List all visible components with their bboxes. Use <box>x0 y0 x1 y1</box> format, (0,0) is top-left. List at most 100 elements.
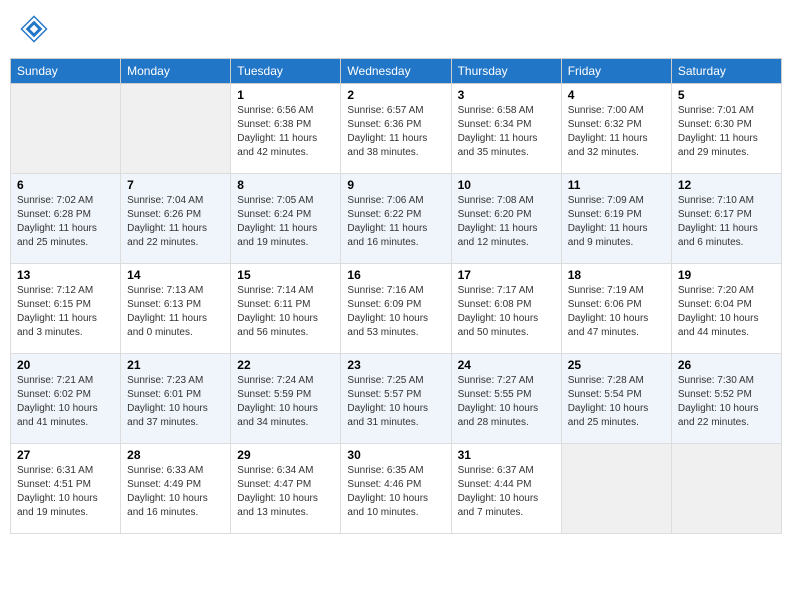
calendar-day-cell: 25 Sunrise: 7:28 AMSunset: 5:54 PMDayligh… <box>561 354 671 444</box>
day-number: 23 <box>347 358 444 372</box>
day-number: 5 <box>678 88 775 102</box>
day-info: Sunrise: 7:10 AMSunset: 6:17 PMDaylight:… <box>678 194 775 250</box>
day-info: Sunrise: 7:25 AMSunset: 5:57 PMDaylight:… <box>347 374 444 430</box>
day-number: 4 <box>568 88 665 102</box>
day-number: 19 <box>678 268 775 282</box>
calendar-day-header: Tuesday <box>231 59 341 84</box>
day-info: Sunrise: 7:19 AMSunset: 6:06 PMDaylight:… <box>568 284 665 340</box>
calendar-week-row: 13Sunrise: 7:12 AMSunset: 6:15 PMDayligh… <box>11 264 782 354</box>
calendar-table: SundayMondayTuesdayWednesdayThursdayFrid… <box>10 58 782 534</box>
day-number: 3 <box>458 88 555 102</box>
day-info: Sunrise: 7:21 AMSunset: 6:02 PMDaylight:… <box>17 374 114 430</box>
day-number: 30 <box>347 448 444 462</box>
calendar-day-header: Friday <box>561 59 671 84</box>
calendar-day-cell: 28 Sunrise: 6:33 AMSunset: 4:49 PMDayligh… <box>121 444 231 534</box>
day-number: 29 <box>237 448 334 462</box>
day-number: 6 <box>17 178 114 192</box>
calendar-header-row: SundayMondayTuesdayWednesdayThursdayFrid… <box>11 59 782 84</box>
calendar-day-cell: 1Sunrise: 6:56 AMSunset: 6:38 PMDaylight… <box>231 84 341 174</box>
day-info: Sunrise: 6:33 AMSunset: 4:49 PMDaylight:… <box>127 464 224 520</box>
day-number: 22 <box>237 358 334 372</box>
calendar-day-header: Monday <box>121 59 231 84</box>
calendar-day-cell: 8 Sunrise: 7:05 AMSunset: 6:24 PMDaylight… <box>231 174 341 264</box>
day-info: Sunrise: 7:06 AMSunset: 6:22 PMDaylight:… <box>347 194 444 250</box>
calendar-day-header: Sunday <box>11 59 121 84</box>
day-info: Sunrise: 7:17 AMSunset: 6:08 PMDaylight:… <box>458 284 555 340</box>
day-info: Sunrise: 6:57 AMSunset: 6:36 PMDaylight:… <box>347 104 444 160</box>
day-number: 10 <box>458 178 555 192</box>
day-info: Sunrise: 7:23 AMSunset: 6:01 PMDaylight:… <box>127 374 224 430</box>
day-number: 1 <box>237 88 334 102</box>
day-number: 13 <box>17 268 114 282</box>
calendar-day-cell: 11Sunrise: 7:09 AMSunset: 6:19 PMDayligh… <box>561 174 671 264</box>
calendar-day-cell: 16 Sunrise: 7:16 AMSunset: 6:09 PMDayligh… <box>341 264 451 354</box>
calendar-day-cell: 6 Sunrise: 7:02 AMSunset: 6:28 PMDaylight… <box>11 174 121 264</box>
day-number: 7 <box>127 178 224 192</box>
day-info: Sunrise: 7:04 AMSunset: 6:26 PMDaylight:… <box>127 194 224 250</box>
day-info: Sunrise: 7:27 AMSunset: 5:55 PMDaylight:… <box>458 374 555 430</box>
logo-icon <box>20 15 48 43</box>
day-number: 28 <box>127 448 224 462</box>
day-info: Sunrise: 7:02 AMSunset: 6:28 PMDaylight:… <box>17 194 114 250</box>
calendar-day-cell: 21 Sunrise: 7:23 AMSunset: 6:01 PMDayligh… <box>121 354 231 444</box>
day-info: Sunrise: 6:34 AMSunset: 4:47 PMDaylight:… <box>237 464 334 520</box>
calendar-day-cell: 13Sunrise: 7:12 AMSunset: 6:15 PMDayligh… <box>11 264 121 354</box>
day-info: Sunrise: 6:58 AMSunset: 6:34 PMDaylight:… <box>458 104 555 160</box>
calendar-day-header: Saturday <box>671 59 781 84</box>
calendar-day-cell: 2 Sunrise: 6:57 AMSunset: 6:36 PMDaylight… <box>341 84 451 174</box>
day-number: 17 <box>458 268 555 282</box>
day-number: 15 <box>237 268 334 282</box>
logo <box>20 15 52 43</box>
day-number: 31 <box>458 448 555 462</box>
day-info: Sunrise: 7:28 AMSunset: 5:54 PMDaylight:… <box>568 374 665 430</box>
day-info: Sunrise: 7:00 AMSunset: 6:32 PMDaylight:… <box>568 104 665 160</box>
calendar-day-cell: 5 Sunrise: 7:01 AMSunset: 6:30 PMDaylight… <box>671 84 781 174</box>
day-number: 8 <box>237 178 334 192</box>
calendar-day-cell: 23 Sunrise: 7:25 AMSunset: 5:57 PMDayligh… <box>341 354 451 444</box>
day-info: Sunrise: 7:14 AMSunset: 6:11 PMDaylight:… <box>237 284 334 340</box>
day-info: Sunrise: 7:20 AMSunset: 6:04 PMDaylight:… <box>678 284 775 340</box>
calendar-day-cell: 3 Sunrise: 6:58 AMSunset: 6:34 PMDaylight… <box>451 84 561 174</box>
calendar-day-cell: 12Sunrise: 7:10 AMSunset: 6:17 PMDayligh… <box>671 174 781 264</box>
day-number: 26 <box>678 358 775 372</box>
calendar-day-cell: 24 Sunrise: 7:27 AMSunset: 5:55 PMDayligh… <box>451 354 561 444</box>
calendar-week-row: 1Sunrise: 6:56 AMSunset: 6:38 PMDaylight… <box>11 84 782 174</box>
day-number: 16 <box>347 268 444 282</box>
page-header <box>10 10 782 48</box>
day-number: 20 <box>17 358 114 372</box>
day-number: 24 <box>458 358 555 372</box>
calendar-day-cell: 9Sunrise: 7:06 AMSunset: 6:22 PMDaylight… <box>341 174 451 264</box>
day-info: Sunrise: 7:16 AMSunset: 6:09 PMDaylight:… <box>347 284 444 340</box>
calendar-day-cell <box>121 84 231 174</box>
day-number: 21 <box>127 358 224 372</box>
day-number: 14 <box>127 268 224 282</box>
day-info: Sunrise: 7:05 AMSunset: 6:24 PMDaylight:… <box>237 194 334 250</box>
calendar-day-header: Thursday <box>451 59 561 84</box>
day-number: 18 <box>568 268 665 282</box>
calendar-day-cell <box>11 84 121 174</box>
calendar-day-cell: 22Sunrise: 7:24 AMSunset: 5:59 PMDayligh… <box>231 354 341 444</box>
calendar-day-cell: 17 Sunrise: 7:17 AMSunset: 6:08 PMDayligh… <box>451 264 561 354</box>
calendar-day-cell: 27 Sunrise: 6:31 AMSunset: 4:51 PMDayligh… <box>11 444 121 534</box>
day-info: Sunrise: 7:13 AMSunset: 6:13 PMDaylight:… <box>127 284 224 340</box>
day-info: Sunrise: 6:35 AMSunset: 4:46 PMDaylight:… <box>347 464 444 520</box>
calendar-day-cell: 19 Sunrise: 7:20 AMSunset: 6:04 PMDayligh… <box>671 264 781 354</box>
calendar-week-row: 6 Sunrise: 7:02 AMSunset: 6:28 PMDaylight… <box>11 174 782 264</box>
calendar-day-cell <box>671 444 781 534</box>
calendar-day-cell: 30 Sunrise: 6:35 AMSunset: 4:46 PMDayligh… <box>341 444 451 534</box>
day-number: 27 <box>17 448 114 462</box>
day-info: Sunrise: 7:08 AMSunset: 6:20 PMDaylight:… <box>458 194 555 250</box>
calendar-day-cell: 31Sunrise: 6:37 AMSunset: 4:44 PMDayligh… <box>451 444 561 534</box>
calendar-day-cell: 15 Sunrise: 7:14 AMSunset: 6:11 PMDayligh… <box>231 264 341 354</box>
calendar-day-cell: 29 Sunrise: 6:34 AMSunset: 4:47 PMDayligh… <box>231 444 341 534</box>
day-number: 11 <box>568 178 665 192</box>
day-info: Sunrise: 6:31 AMSunset: 4:51 PMDaylight:… <box>17 464 114 520</box>
day-number: 2 <box>347 88 444 102</box>
calendar-day-cell: 20 Sunrise: 7:21 AMSunset: 6:02 PMDayligh… <box>11 354 121 444</box>
calendar-day-cell <box>561 444 671 534</box>
calendar-day-cell: 7 Sunrise: 7:04 AMSunset: 6:26 PMDaylight… <box>121 174 231 264</box>
day-info: Sunrise: 7:30 AMSunset: 5:52 PMDaylight:… <box>678 374 775 430</box>
day-number: 25 <box>568 358 665 372</box>
day-info: Sunrise: 7:01 AMSunset: 6:30 PMDaylight:… <box>678 104 775 160</box>
calendar-day-cell: 10 Sunrise: 7:08 AMSunset: 6:20 PMDayligh… <box>451 174 561 264</box>
